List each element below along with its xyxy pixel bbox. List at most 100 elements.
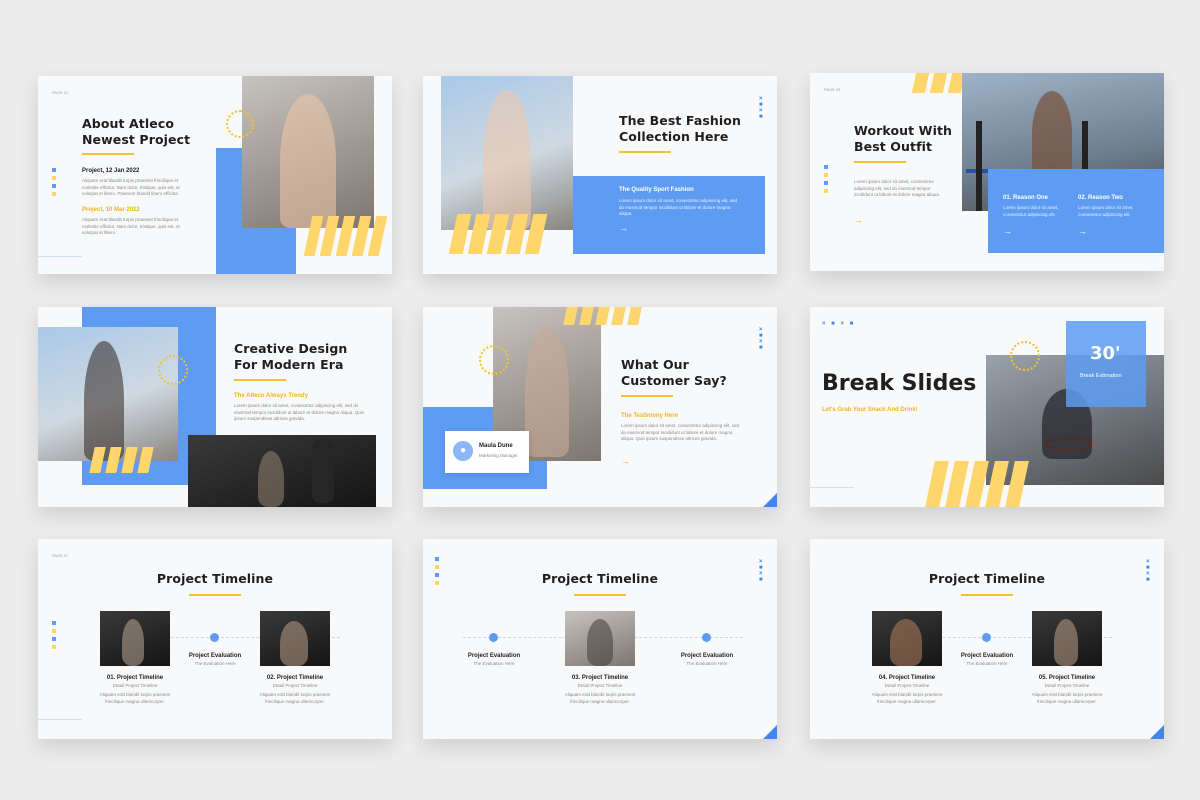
reason-2-label: 02. Reason Two: [1078, 195, 1123, 201]
photo-subject: [483, 90, 531, 230]
item-text: Aliquam erat blandit turpis praesent fri…: [564, 692, 636, 704]
slide-break[interactable]: × ■ × ■ 30' Break Estimation Break Slide…: [810, 307, 1164, 507]
mid-sub: The Evaluation Here: [194, 661, 236, 666]
break-time-box: 30' Break Estimation: [1066, 321, 1146, 407]
title-line-1: Creative Design: [234, 341, 348, 356]
info-box: The Quality Sport Fashion Lorem ipsum do…: [573, 176, 765, 254]
timeline-photo-1: [872, 611, 942, 666]
corner-accent: [1150, 725, 1164, 739]
slide-workout[interactable]: PAGE 03 Workout With Best Outfit Lorem i…: [810, 73, 1164, 271]
corner-accent: [763, 493, 777, 507]
title-line-1: The Best Fashion: [619, 113, 741, 128]
yellow-stripes: [563, 307, 642, 325]
decor-square: [435, 573, 439, 577]
decor-square: [435, 557, 439, 561]
reason-2-text: Lorem ipsum dolor sit amet, consectetur …: [1078, 205, 1134, 217]
mid-label: Project Evaluation: [960, 653, 1014, 659]
slide-title: About Atleco Newest Project: [82, 116, 232, 148]
left-sub: The Evaluation Here: [473, 661, 515, 666]
training-photo: [188, 435, 376, 507]
slide-timeline-2[interactable]: Project Timeline × ■ × ■ Project Evaluat…: [423, 539, 777, 739]
decor-square: [824, 173, 828, 177]
decor-square: [824, 181, 828, 185]
timeline-photo-1: [100, 611, 170, 666]
workout-text: Lorem ipsum dolor sit amet, consectetur …: [854, 179, 941, 197]
arrow-right-icon[interactable]: →: [619, 224, 628, 233]
decor-crosses: × ■ × ■: [1146, 559, 1150, 583]
arrow-right-icon[interactable]: →: [1003, 227, 1012, 236]
slide-title: Project Timeline: [928, 571, 1046, 586]
decor-crosses: × ■ × ■: [822, 321, 856, 327]
timeline-dot[interactable]: [210, 633, 219, 642]
item-1-sub: Detail Project Timeline: [884, 683, 930, 688]
yellow-stripes: [303, 216, 388, 256]
circular-badge-icon: [1010, 341, 1040, 371]
decor-square: [52, 645, 56, 649]
decor-square: [52, 184, 56, 188]
item-2-sub: Detail Project Timeline: [1044, 683, 1090, 688]
decor-square: [52, 621, 56, 625]
right-label: Project Evaluation: [680, 653, 734, 659]
item-2-label: 02. Project Timeline: [266, 675, 324, 681]
yellow-stripes: [448, 214, 548, 254]
slide-timeline-1[interactable]: PAGE 07 Project Timeline Project Evaluat…: [38, 539, 392, 739]
creative-text: Lorem ipsum dolor sit amet, consectetur …: [234, 403, 365, 421]
circular-badge-icon: [226, 110, 254, 138]
title-line-2: Newest Project: [82, 132, 191, 147]
photo-subject: [258, 451, 284, 507]
timeline-dot[interactable]: [489, 633, 498, 642]
arrow-right-icon[interactable]: →: [621, 457, 630, 466]
pole: [976, 121, 982, 211]
decor-square: [52, 168, 56, 172]
title-underline: [189, 594, 241, 596]
photo-subject: [280, 621, 308, 666]
decor-square: [52, 629, 56, 633]
item-2-text: Aliquam erat blandit turpis praesent fri…: [259, 692, 331, 704]
bottom-rule: [38, 719, 82, 720]
slide-creative-design[interactable]: Creative Design For Modern Era The Atlec…: [38, 307, 392, 507]
model-photo: [441, 76, 573, 230]
card-name: Maula Dune: [479, 443, 513, 449]
slide-title: Project Timeline: [541, 571, 659, 586]
title-underline: [574, 594, 626, 596]
decor-square: [52, 637, 56, 641]
timeline-dot[interactable]: [702, 633, 711, 642]
item-1-text: Aliquam erat blandit turpis praesent fri…: [82, 178, 180, 196]
model-photo: [242, 76, 374, 228]
decor-square: [824, 189, 828, 193]
item-1-text: Aliquam erat blandit turpis praesent fri…: [99, 692, 171, 704]
timeline-dot[interactable]: [982, 633, 991, 642]
title-line-1: About Atleco: [82, 116, 175, 131]
slide-best-fashion[interactable]: The Best Fashion Collection Here × ■ × ■…: [423, 76, 777, 274]
break-minutes-label: Break Estimation: [1080, 373, 1122, 379]
reasons-box: 01. Reason One Lorem ipsum dolor sit ame…: [988, 169, 1164, 253]
timeline-photo: [565, 611, 635, 666]
photo-subject: [890, 619, 922, 666]
testimonial-card[interactable]: ● Maula Dune Marketing Manager: [445, 431, 529, 473]
punching-bag: [312, 439, 334, 503]
slide-customer-say[interactable]: ● Maula Dune Marketing Manager × ■ × ■ W…: [423, 307, 777, 507]
item-2-label: Project, 10 Mar 2022: [82, 207, 140, 213]
page-number: PAGE 01: [52, 90, 69, 95]
title-line-2: For Modern Era: [234, 357, 344, 372]
item-1-label: 04. Project Timeline: [878, 675, 936, 681]
arrow-right-icon[interactable]: →: [1078, 227, 1087, 236]
arrow-right-icon[interactable]: →: [854, 216, 863, 225]
corner-accent: [763, 725, 777, 739]
title-line-2: Customer Say?: [621, 373, 727, 388]
right-sub: The Evaluation Here: [686, 661, 728, 666]
break-title: Break Slides: [822, 371, 977, 396]
mid-label: Project Evaluation: [188, 653, 242, 659]
photo-subject: [587, 619, 613, 666]
photo-subject: [1032, 91, 1072, 177]
title-underline: [961, 594, 1013, 596]
slide-title: Project Timeline: [156, 571, 274, 586]
testimony-text: Lorem ipsum dolor sit amet, consectetur …: [621, 423, 740, 441]
slide-about-atleco[interactable]: PAGE 01 About Atleco Newest Project Proj…: [38, 76, 392, 274]
timeline-photo-2: [1032, 611, 1102, 666]
slide-timeline-3[interactable]: Project Timeline × ■ × ■ Project Evaluat…: [810, 539, 1164, 739]
decor-crosses: × ■ × ■: [759, 96, 763, 120]
item-2-sub: Detail Project Timeline: [272, 683, 318, 688]
bottom-rule: [810, 487, 854, 488]
photo-subject: [280, 94, 336, 228]
